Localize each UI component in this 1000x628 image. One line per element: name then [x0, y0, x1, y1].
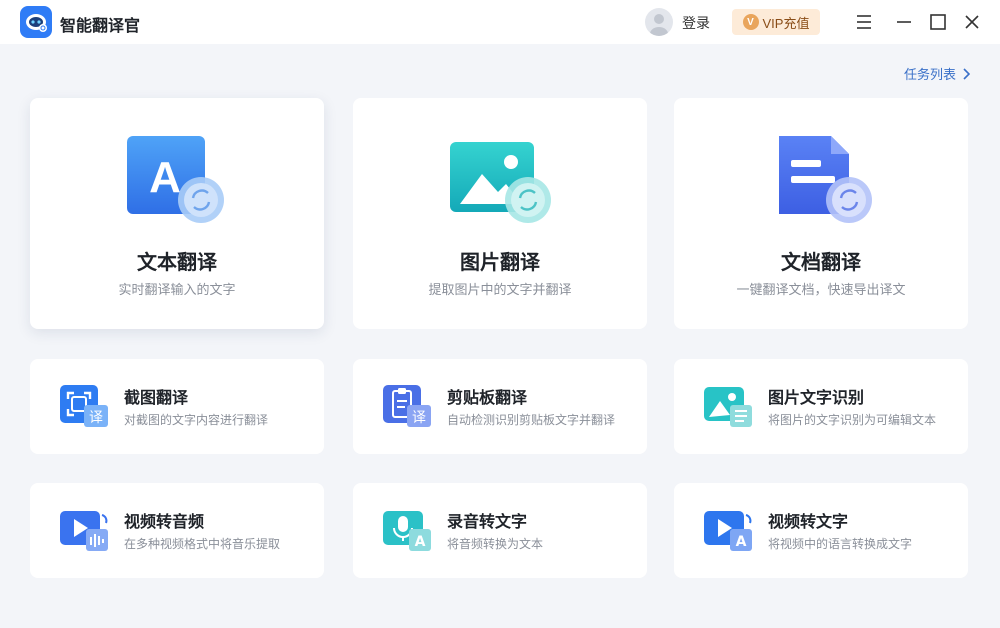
- app-logo-icon: [20, 6, 52, 38]
- text-translate-card[interactable]: A 文本翻译 实时翻译输入的文字: [30, 98, 324, 329]
- app-title: 智能翻译官: [60, 18, 141, 35]
- task-list-link[interactable]: 任务列表: [904, 64, 970, 83]
- card-title: 录音转文字: [447, 514, 528, 531]
- video-to-audio-icon: [60, 509, 110, 553]
- close-icon[interactable]: [960, 10, 984, 34]
- text-translate-icon: A: [125, 134, 229, 226]
- big-icon-letter: A: [149, 153, 181, 202]
- card-desc: 一键翻译文档，快速导出译文: [736, 282, 906, 297]
- card-title: 图片翻译: [460, 252, 540, 274]
- icon-badge: A: [736, 534, 747, 550]
- clipboard-translate-icon: 译: [383, 385, 433, 429]
- vip-label: VIP充值: [762, 15, 810, 31]
- menu-icon[interactable]: [852, 10, 876, 34]
- login-link[interactable]: 登录: [682, 13, 710, 33]
- card-title: 文档翻译: [781, 252, 861, 274]
- video-to-audio-card[interactable]: 视频转音频 在多种视频格式中将音乐提取: [30, 483, 324, 578]
- card-title: 视频转文字: [768, 514, 849, 531]
- minimize-icon[interactable]: [892, 10, 916, 34]
- maximize-icon[interactable]: [926, 10, 950, 34]
- document-translate-card[interactable]: 文档翻译 一键翻译文档，快速导出译文: [674, 98, 968, 329]
- image-ocr-icon: [704, 385, 754, 429]
- card-title: 文本翻译: [137, 252, 217, 274]
- vip-badge-icon: V: [742, 14, 759, 30]
- screenshot-translate-icon: 译: [60, 385, 110, 429]
- audio-to-text-card[interactable]: A 录音转文字 将音频转换为文本: [353, 483, 647, 578]
- image-translate-card[interactable]: 图片翻译 提取图片中的文字并翻译: [353, 98, 647, 329]
- video-to-text-card[interactable]: A 视频转文字 将视频中的语言转换成文字: [674, 483, 968, 578]
- card-desc: 实时翻译输入的文字: [118, 282, 236, 297]
- title-bar: 智能翻译官 登录 V VIP充值: [0, 0, 1000, 44]
- card-desc: 在多种视频格式中将音乐提取: [124, 537, 281, 551]
- card-title: 图片文字识别: [768, 390, 865, 407]
- clipboard-translate-card[interactable]: 译 剪贴板翻译 自动检测识别剪贴板文字并翻译: [353, 359, 647, 454]
- card-desc: 将视频中的语言转换成文字: [768, 537, 913, 551]
- avatar-icon[interactable]: [645, 8, 673, 36]
- icon-badge: A: [415, 534, 426, 550]
- document-translate-icon: [769, 134, 873, 226]
- screenshot-translate-card[interactable]: 译 截图翻译 对截图的文字内容进行翻译: [30, 359, 324, 454]
- card-desc: 将图片的文字识别为可编辑文本: [768, 413, 937, 427]
- card-title: 剪贴板翻译: [447, 390, 528, 407]
- icon-badge: 译: [412, 410, 426, 426]
- card-desc: 提取图片中的文字并翻译: [428, 282, 572, 297]
- audio-to-text-icon: A: [383, 509, 433, 553]
- card-desc: 对截图的文字内容进行翻译: [124, 413, 269, 427]
- icon-badge: 译: [89, 410, 103, 426]
- card-desc: 自动检测识别剪贴板文字并翻译: [447, 413, 616, 427]
- card-title: 视频转音频: [124, 514, 205, 531]
- image-ocr-card[interactable]: 图片文字识别 将图片的文字识别为可编辑文本: [674, 359, 968, 454]
- video-to-text-icon: A: [704, 509, 754, 553]
- card-desc: 将音频转换为文本: [447, 537, 544, 551]
- card-title: 截图翻译: [124, 390, 189, 407]
- chevron-right-icon: [963, 67, 970, 80]
- image-translate-icon: [448, 134, 552, 226]
- task-list-label: 任务列表: [903, 67, 956, 82]
- vip-recharge-button[interactable]: V VIP充值: [732, 9, 820, 35]
